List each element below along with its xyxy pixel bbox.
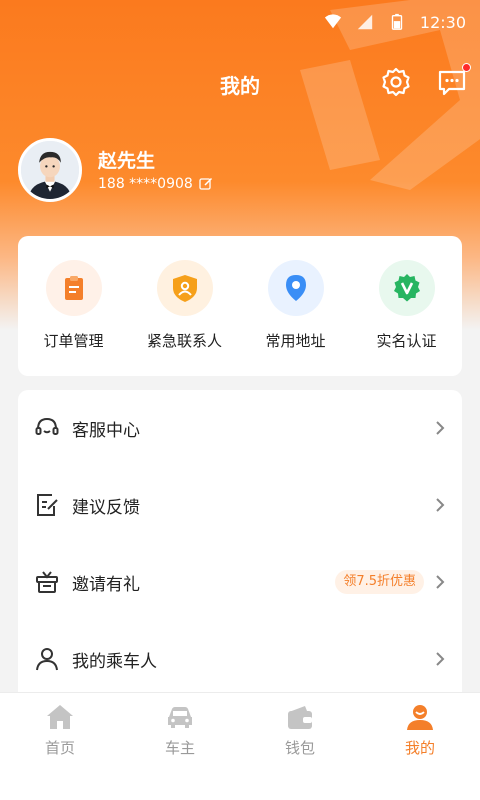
quick-action-icon-bg: [156, 260, 213, 316]
emergency-shield-icon: [172, 275, 197, 302]
quick-action-label: 紧急联系人: [146, 332, 222, 350]
passenger-person-icon: [36, 648, 58, 671]
quick-action-icon-bg: [45, 260, 102, 316]
menu-item-label: 我的乘车人: [72, 651, 157, 672]
headset-icon: [35, 417, 59, 435]
verified-badge-icon: [393, 274, 420, 302]
home-icon: [47, 705, 73, 729]
menu-list: 客服中心 建议反馈 邀请有礼 领7.5折优惠 我的乘车人: [18, 390, 462, 700]
profile-icon: [407, 705, 433, 730]
signal-icon: [357, 14, 373, 30]
quick-action-addresses[interactable]: 常用地址: [246, 260, 346, 376]
quick-action-icon-bg: [378, 260, 435, 316]
menu-item-label: 邀请有礼: [72, 574, 140, 595]
chevron-right-icon: [436, 498, 445, 512]
menu-item-passengers[interactable]: 我的乘车人: [18, 621, 462, 697]
status-bar: 12:30: [0, 0, 480, 44]
car-icon: [168, 707, 192, 728]
user-avatar-icon: [21, 141, 79, 199]
wifi-icon: [324, 14, 341, 29]
chevron-right-icon: [436, 652, 445, 666]
avatar[interactable]: [18, 138, 82, 202]
user-name: 赵先生: [98, 150, 156, 172]
tab-profile[interactable]: 我的: [360, 703, 480, 758]
unread-dot: [462, 63, 471, 72]
menu-item-label: 建议反馈: [72, 497, 140, 518]
quick-action-label: 实名认证: [376, 332, 437, 350]
quick-action-icon-bg: [267, 260, 324, 316]
order-clipboard-icon: [64, 276, 83, 300]
settings-button[interactable]: [380, 66, 412, 98]
chevron-right-icon: [436, 421, 445, 435]
tab-label: 我的: [404, 739, 435, 757]
quick-action-label: 常用地址: [265, 332, 326, 350]
wallet-icon: [288, 706, 312, 729]
gear-icon: [382, 67, 410, 97]
tab-home[interactable]: 首页: [0, 703, 120, 758]
tab-wallet[interactable]: 钱包: [240, 703, 360, 758]
quick-action-emergency-contact[interactable]: 紧急联系人: [135, 260, 235, 376]
gift-icon: [36, 571, 58, 593]
bottom-tab-bar: 首页 车主 钱包 我的: [0, 692, 480, 800]
user-phone-row[interactable]: 188 ****0908: [98, 176, 213, 192]
edit-icon[interactable]: [199, 177, 213, 191]
menu-item-invite[interactable]: 邀请有礼 领7.5折优惠: [18, 544, 462, 620]
location-pin-icon: [285, 275, 306, 301]
user-phone: 188 ****0908: [98, 176, 193, 192]
status-time: 12:30: [419, 12, 466, 32]
tab-label: 首页: [44, 739, 75, 757]
quick-action-verification[interactable]: 实名认证: [357, 260, 457, 376]
quick-action-orders[interactable]: 订单管理: [24, 260, 124, 376]
menu-item-customer-service[interactable]: 客服中心: [18, 390, 462, 466]
menu-item-label: 客服中心: [72, 420, 140, 441]
menu-item-feedback[interactable]: 建议反馈: [18, 467, 462, 543]
promo-badge[interactable]: 领7.5折优惠: [335, 570, 424, 594]
battery-icon: [391, 13, 403, 30]
tab-label: 车主: [164, 739, 195, 757]
quick-action-label: 订单管理: [43, 332, 104, 350]
tab-label: 钱包: [284, 739, 315, 757]
message-button[interactable]: [436, 63, 471, 98]
feedback-edit-icon: [37, 494, 58, 516]
quick-actions-card: 订单管理 紧急联系人 常用地址 实名认证: [18, 236, 462, 376]
tab-driver[interactable]: 车主: [120, 703, 240, 758]
chevron-right-icon: [436, 575, 445, 589]
